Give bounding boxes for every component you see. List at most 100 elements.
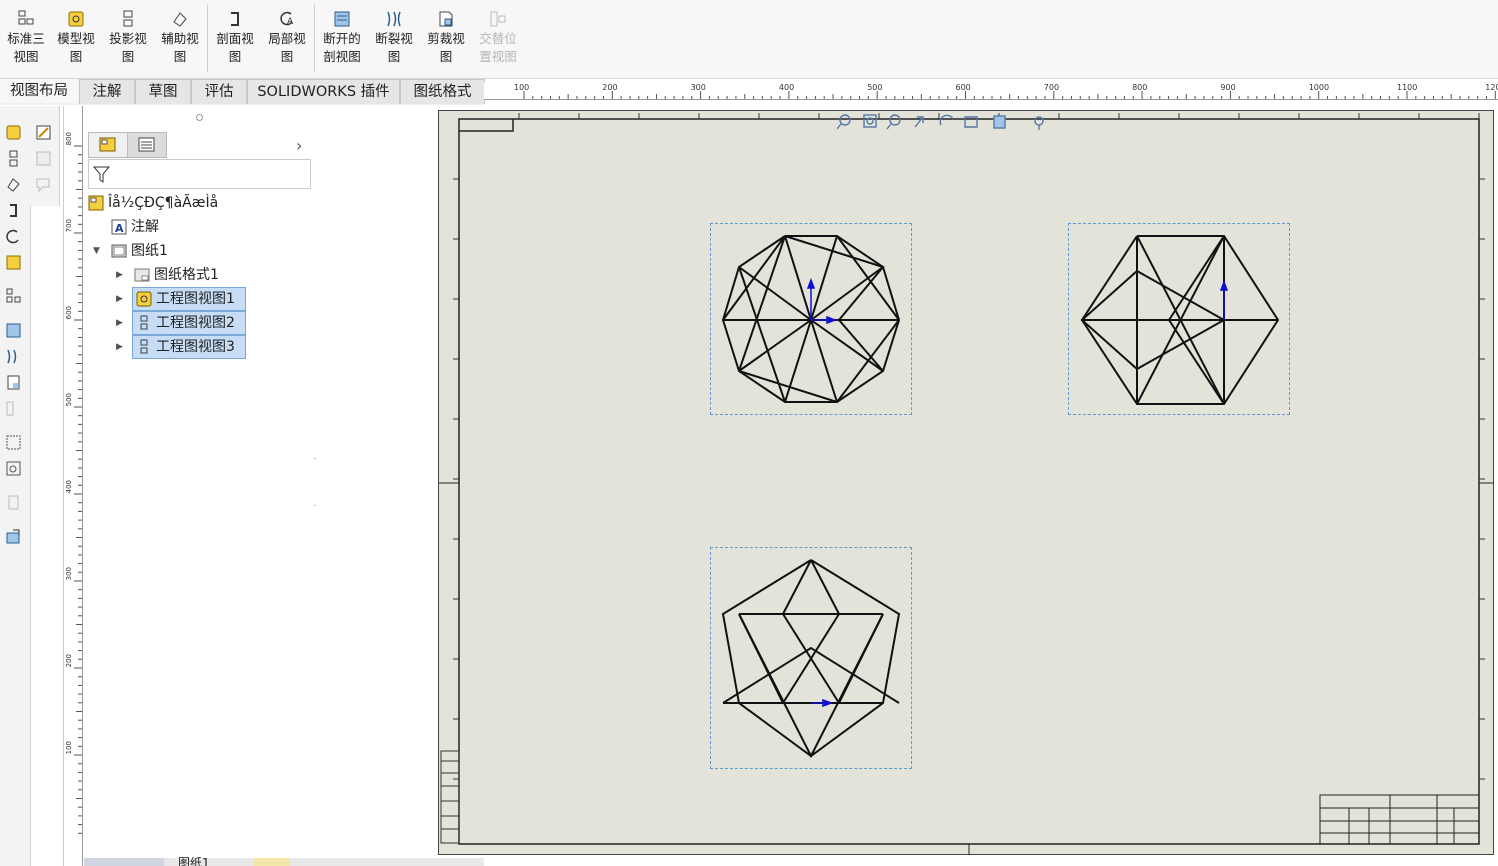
- drawing-view-3[interactable]: [710, 547, 912, 769]
- svg-text:A: A: [287, 17, 294, 27]
- expand-arrow-icon[interactable]: ▶: [116, 270, 123, 280]
- sketch-disabled-icon: [36, 151, 51, 166]
- vertical-ruler: 800 700 600 500 400 300 200 100: [63, 106, 83, 866]
- tree-item-drawing-view-1[interactable]: 工程图视图1: [132, 287, 246, 311]
- ruler-label: 400: [778, 83, 795, 92]
- model-view-label: 模型视 图: [57, 31, 95, 64]
- section-view-button[interactable]: 剖面视 图: [209, 6, 261, 72]
- edit-sketch-icon[interactable]: [35, 124, 52, 141]
- sheet-tab[interactable]: 图纸1: [178, 856, 210, 866]
- ruler-label: 300: [690, 83, 706, 92]
- tab-sketch[interactable]: 草图: [135, 79, 191, 104]
- vruler-label: 800: [65, 132, 73, 146]
- projected-view-icon: [140, 315, 148, 330]
- section-view-icon[interactable]: [5, 202, 22, 219]
- section-view-icon: [231, 12, 239, 26]
- tab-view-layout[interactable]: 视图布局: [0, 79, 78, 103]
- tree-filter-box[interactable]: [88, 159, 311, 189]
- tree-item-sheet[interactable]: 图纸1: [111, 240, 168, 262]
- expand-arrow-icon[interactable]: ▶: [116, 318, 123, 328]
- drawing-view-1[interactable]: [710, 223, 912, 415]
- alternate-position-view-button[interactable]: 交替位 置视图: [472, 6, 524, 72]
- crop-view-label: 剪裁视 图: [427, 31, 465, 64]
- collapse-arrow-icon[interactable]: ▼: [93, 246, 100, 256]
- break-view-label: 断裂视 图: [375, 31, 413, 64]
- sheet-icon: [111, 244, 127, 258]
- tree-item-drawing-view-2[interactable]: 工程图视图2: [132, 311, 246, 335]
- broken-out-section-button[interactable]: 断开的 剖视图: [316, 6, 368, 72]
- view-layout-toolbar: [0, 106, 31, 866]
- ribbon-separator: [314, 4, 315, 72]
- origin-axis-3: [811, 698, 834, 708]
- sheet-tab-bar: 图纸1: [84, 856, 484, 866]
- empty-view-icon[interactable]: [5, 434, 22, 451]
- feature-manager-icon: [99, 137, 116, 152]
- crop-view-icon[interactable]: [5, 374, 22, 391]
- auxiliary-view-label: 辅助视 图: [161, 31, 199, 64]
- panel-grip[interactable]: [196, 114, 203, 121]
- tab-evaluate[interactable]: 评估: [191, 79, 247, 104]
- sheet-nav-buttons[interactable]: [84, 858, 164, 866]
- tree-root-drawing[interactable]: Îå½ÇÐÇ¶àÃæÌå: [88, 192, 218, 214]
- add-sheet-button[interactable]: [254, 858, 290, 866]
- break-view-icon[interactable]: [5, 348, 22, 365]
- broken-out-section-label: 断开的 剖视图: [323, 31, 361, 64]
- model-view-icon[interactable]: [5, 124, 22, 141]
- annotation-icon: A: [111, 219, 127, 235]
- tab-sheet-format[interactable]: 图纸格式: [400, 79, 485, 104]
- polyhedron-view-2: [1080, 235, 1280, 405]
- drawing-view-1-label: 工程图视图1: [156, 291, 235, 307]
- ruler-label: 1100: [1397, 83, 1418, 92]
- crop-view-icon: [439, 11, 453, 27]
- tree-item-annotations[interactable]: A 注解: [111, 216, 159, 238]
- tree-item-annotations-label: 注解: [131, 219, 159, 235]
- model-view-button[interactable]: 模型视 图: [50, 6, 102, 72]
- auxiliary-view-icon[interactable]: [5, 176, 22, 193]
- tab-solidworks-addins[interactable]: SOLIDWORKS 插件: [247, 79, 400, 104]
- update-views-icon[interactable]: [5, 528, 22, 545]
- crop-view-button[interactable]: 剪裁视 图: [420, 6, 472, 72]
- detail-view-button[interactable]: A 局部视 图: [261, 6, 313, 72]
- detail-view-icon: A: [280, 11, 294, 27]
- drawing-view-2-label: 工程图视图2: [156, 315, 235, 331]
- tab-feature-manager[interactable]: [88, 132, 128, 158]
- standard-three-view-button[interactable]: 标准三 视图: [0, 6, 52, 72]
- standard-three-view-icon[interactable]: [5, 288, 22, 305]
- drawing-sheet[interactable]: [438, 110, 1494, 855]
- ruler-label: 800: [1132, 83, 1148, 92]
- tree-item-sheet-format[interactable]: 图纸格式1: [134, 264, 219, 286]
- tree-item-drawing-view-3[interactable]: 工程图视图3: [132, 335, 246, 359]
- ruler-label: 1000: [1308, 83, 1330, 92]
- auxiliary-view-icon: [173, 12, 187, 27]
- projected-view-button[interactable]: 投影视 图: [102, 6, 154, 72]
- command-tabs: 视图布局 注解 草图 评估 SOLIDWORKS 插件 图纸格式: [0, 79, 485, 105]
- detail-view-icon[interactable]: [5, 228, 22, 245]
- alternate-position-view-icon[interactable]: [5, 400, 22, 417]
- ruler-label: 600: [955, 83, 971, 92]
- relative-view-icon[interactable]: [5, 254, 22, 271]
- standard-three-view-icon: [18, 10, 34, 25]
- auxiliary-view-button[interactable]: 辅助视 图: [154, 6, 206, 72]
- break-view-button[interactable]: 断裂视 图: [368, 6, 420, 72]
- model-view-icon: [68, 11, 84, 27]
- ruler-label: 700: [1043, 83, 1060, 92]
- standard-three-view-label: 标准三 视图: [7, 31, 45, 64]
- polyhedron-view-3: [721, 559, 901, 759]
- chevron-right-icon[interactable]: ›: [296, 136, 302, 155]
- disabled-tool-icon: [8, 495, 19, 510]
- predefined-view-icon[interactable]: [5, 460, 22, 477]
- expand-arrow-icon[interactable]: ▶: [116, 294, 123, 304]
- tab-property-manager[interactable]: [127, 132, 167, 158]
- ruler-label: 120: [1485, 83, 1498, 92]
- tab-annotation[interactable]: 注解: [79, 79, 135, 104]
- polyhedron-view-1: [721, 235, 901, 403]
- broken-out-section-icon[interactable]: [5, 322, 22, 339]
- drawing-view-3-label: 工程图视图3: [156, 339, 235, 355]
- expand-arrow-icon[interactable]: ▶: [116, 342, 123, 352]
- projected-view-icon[interactable]: [5, 150, 22, 167]
- vruler-label: 700: [65, 219, 73, 233]
- detail-view-label: 局部视 图: [268, 31, 306, 64]
- heads-up-view-toolbar: [836, 113, 1087, 131]
- drawing-view-2[interactable]: [1068, 223, 1290, 415]
- vruler-label: 600: [65, 306, 73, 320]
